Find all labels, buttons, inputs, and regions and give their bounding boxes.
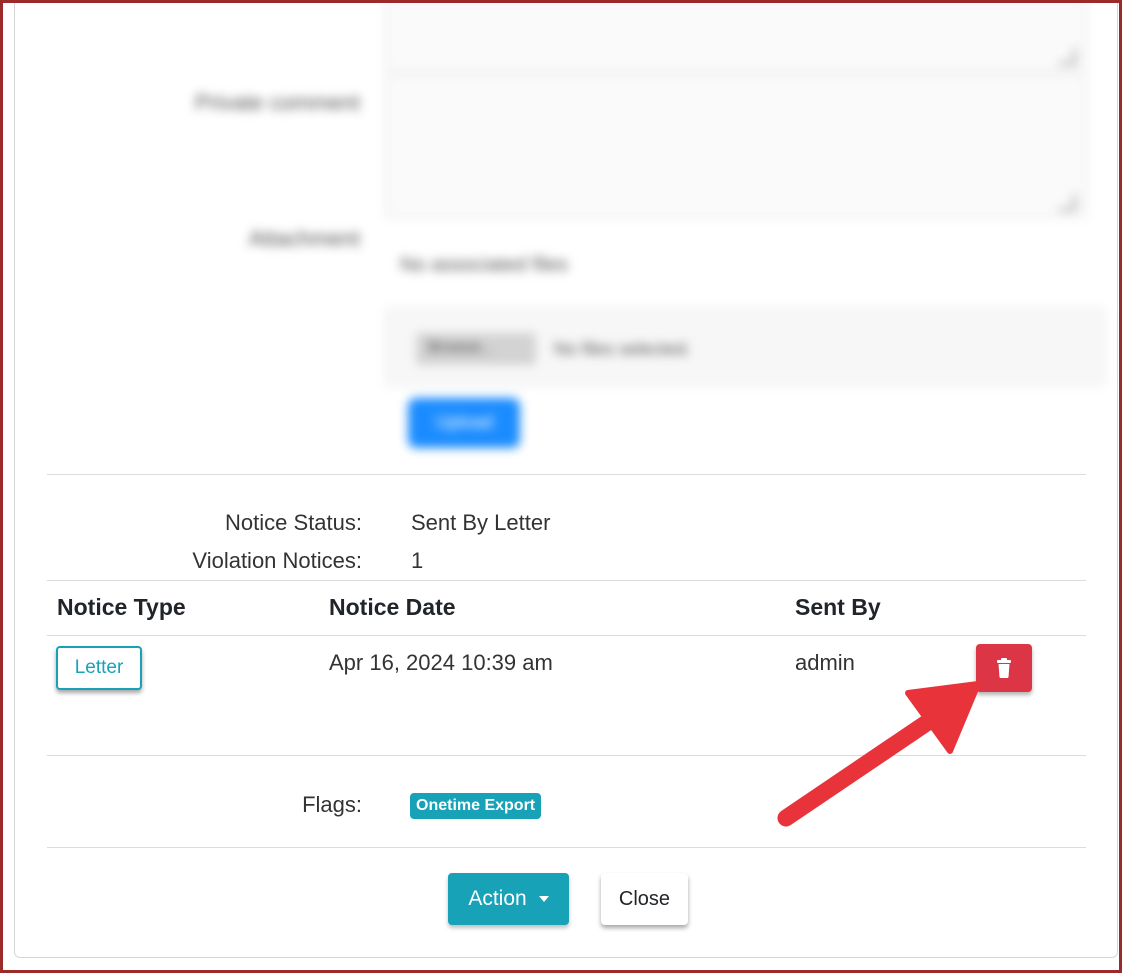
attachment-label: Attachment <box>248 226 360 251</box>
notice-date-cell: Apr 16, 2024 10:39 am <box>329 650 553 675</box>
caret-down-icon <box>538 896 549 902</box>
private-comment-label: Private comment <box>194 90 360 115</box>
upload-button[interactable]: Upload <box>408 398 520 448</box>
file-input[interactable]: Browse... No files selected. <box>385 308 1105 386</box>
notice-status-value: Sent By Letter <box>411 510 551 535</box>
blurred-form-region: Private comment Attachment No associated… <box>0 0 1122 470</box>
sent-by-cell: admin <box>795 650 855 675</box>
private-comment-textarea[interactable] <box>385 74 1087 218</box>
browse-label: Browse... <box>428 339 495 356</box>
notice-type-letter-button[interactable]: Letter <box>56 646 142 690</box>
column-header-notice-date: Notice Date <box>329 594 456 620</box>
delete-notice-button[interactable] <box>976 644 1032 692</box>
violation-notices-label: Violation Notices: <box>192 548 362 573</box>
divider <box>47 635 1086 636</box>
trash-icon <box>997 658 1011 678</box>
no-file-selected-text: No files selected. <box>554 339 692 359</box>
action-label: Action <box>468 887 527 910</box>
divider <box>47 755 1086 756</box>
flag-badge-onetime-export: Onetime Export <box>410 793 542 819</box>
upper-textarea[interactable] <box>385 0 1087 72</box>
action-dropdown-button[interactable]: Action <box>448 873 569 925</box>
browse-button[interactable]: Browse... <box>416 333 536 365</box>
no-files-text: No associated files <box>400 254 568 276</box>
notice-status-label: Notice Status: <box>225 510 362 535</box>
flags-label: Flags: <box>302 792 362 817</box>
divider <box>47 474 1086 475</box>
resize-handle-icon <box>1059 48 1076 65</box>
resize-handle-icon <box>1059 194 1076 211</box>
column-header-sent-by: Sent By <box>795 594 881 620</box>
divider <box>47 580 1086 581</box>
upload-label: Upload <box>436 412 494 432</box>
close-button[interactable]: Close <box>601 873 688 925</box>
divider <box>47 847 1086 848</box>
column-header-notice-type: Notice Type <box>57 594 186 620</box>
violation-notices-value: 1 <box>411 548 424 573</box>
